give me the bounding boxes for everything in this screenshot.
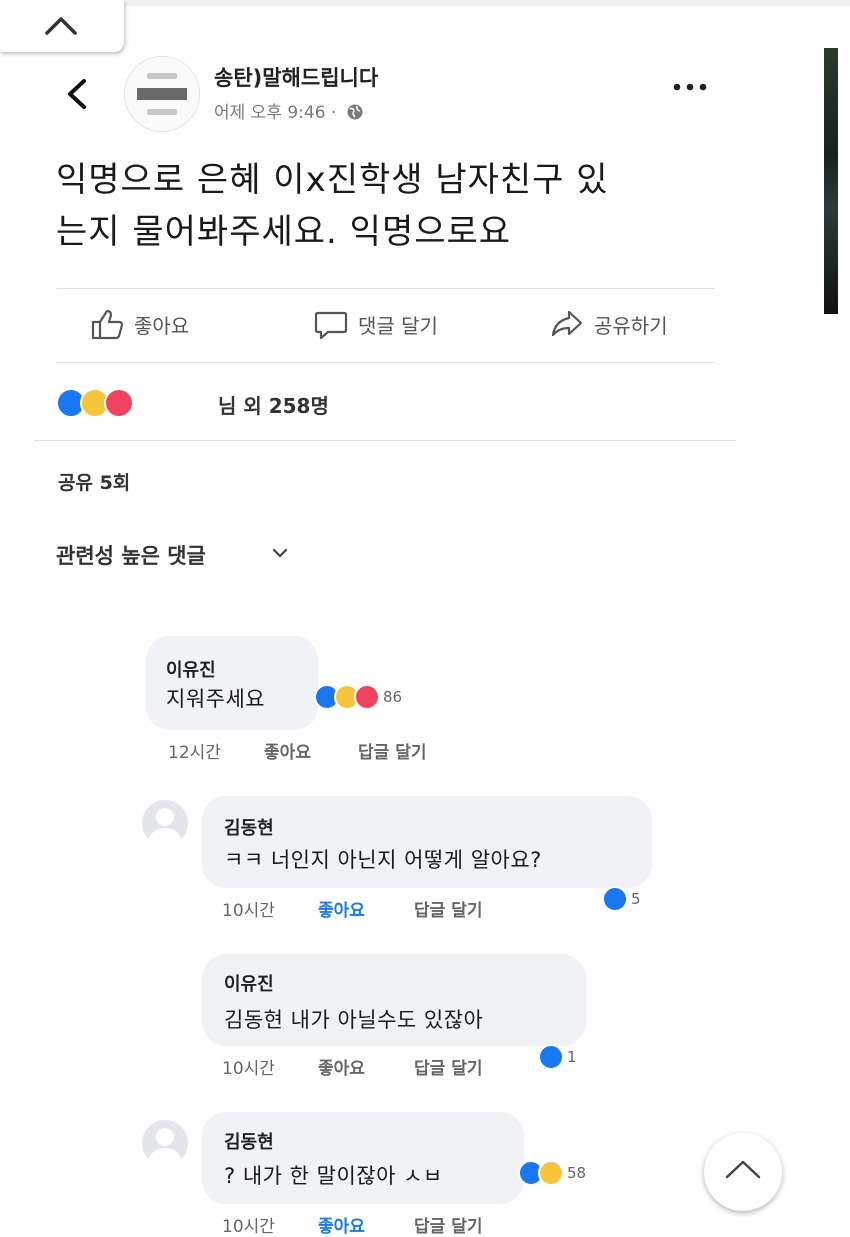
comment-time: 10시간 xyxy=(222,1217,275,1237)
share-icon xyxy=(551,310,583,337)
like-button[interactable]: 좋아요 xyxy=(90,308,189,340)
more-options-icon[interactable] xyxy=(672,82,708,92)
like-label: 좋아요 xyxy=(134,313,190,338)
love-reaction-icon xyxy=(354,684,380,710)
top-bar xyxy=(0,0,850,6)
chevron-up-icon xyxy=(45,17,77,35)
comment-text: 지워주세요 xyxy=(166,687,266,711)
like-reaction-icon xyxy=(602,886,628,912)
comment-reactions[interactable]: 58 xyxy=(518,1160,586,1186)
comment-like-button[interactable]: 좋아요 xyxy=(318,1212,365,1237)
comment-text: ㅋㅋ 너인지 아닌지 어떻게 알아요? xyxy=(224,848,542,872)
side-image-strip xyxy=(824,48,838,314)
post-text-line: 익명으로 은혜 이x진학생 남자친구 있 xyxy=(56,160,609,200)
post-timestamp: 어제 오후 9:46 · xyxy=(214,98,364,123)
thumbs-up-icon xyxy=(91,309,124,340)
scroll-to-top-button[interactable] xyxy=(704,1133,782,1211)
post-body: 익명으로 은혜 이x진학생 남자친구 있 는지 물어봐주세요. 익명으로요 xyxy=(56,154,736,258)
comment-time: 10시간 xyxy=(222,1059,275,1079)
avatar[interactable] xyxy=(142,800,188,846)
page-name[interactable]: 송탄)말해드립니다 xyxy=(214,62,378,92)
comment-time: 12시간 xyxy=(168,743,221,763)
comment-text: ? 내가 한 말이잖아 ㅅㅂ xyxy=(224,1164,443,1188)
comment-like-button[interactable]: 좋아요 xyxy=(318,1054,365,1079)
like-reaction-icon xyxy=(538,1044,564,1070)
comment-author[interactable]: 이유진 xyxy=(224,970,274,996)
reaction-icons[interactable] xyxy=(56,388,134,418)
reaction-count[interactable]: 님 외 258명 xyxy=(218,390,329,419)
share-button[interactable]: 공유하기 xyxy=(550,308,668,340)
love-reaction-icon xyxy=(104,388,134,418)
share-label: 공유하기 xyxy=(594,313,668,338)
share-count[interactable]: 공유 5회 xyxy=(58,468,130,495)
post-text-line: 는지 물어봐주세요. 익명으로요 xyxy=(56,212,512,252)
comment-reply-button[interactable]: 답글 달기 xyxy=(414,1212,482,1237)
divider xyxy=(56,288,714,289)
comment-label: 댓글 달기 xyxy=(358,313,438,338)
comment-author[interactable]: 김동현 xyxy=(224,1128,274,1154)
reaction-count: 58 xyxy=(567,1164,587,1182)
haha-reaction-icon xyxy=(538,1160,564,1186)
comment-like-button[interactable]: 좋아요 xyxy=(264,738,311,763)
globe-icon xyxy=(347,104,363,120)
back-arrow-icon[interactable] xyxy=(64,78,90,110)
comment-reply-button[interactable]: 답글 달기 xyxy=(414,1054,482,1079)
comment-reply-button[interactable]: 답글 달기 xyxy=(414,896,482,921)
comment-reply-button[interactable]: 답글 달기 xyxy=(358,738,426,763)
comment-time: 10시간 xyxy=(222,901,275,921)
reaction-count: 1 xyxy=(567,1048,577,1066)
comment-author[interactable]: 김동현 xyxy=(224,814,274,840)
comment-bubble xyxy=(202,796,652,888)
post-time: 어제 오후 9:46 · xyxy=(214,103,337,123)
comment-author[interactable]: 이유진 xyxy=(166,656,216,682)
comment-icon xyxy=(314,311,348,340)
comment-text: 김동현 내가 아닐수도 있잖아 xyxy=(224,1008,484,1032)
comment-reactions[interactable]: 1 xyxy=(538,1044,577,1070)
comment-reactions[interactable]: 5 xyxy=(602,886,641,912)
chevron-down-icon[interactable] xyxy=(272,547,288,559)
reaction-count: 86 xyxy=(383,688,403,706)
reaction-count: 5 xyxy=(631,890,641,908)
comment-reactions[interactable]: 86 xyxy=(314,684,402,710)
comment-bubble xyxy=(202,1112,524,1204)
divider xyxy=(34,440,736,441)
comment-button[interactable]: 댓글 달기 xyxy=(314,308,438,340)
comment-sort-selector[interactable]: 관련성 높은 댓글 xyxy=(56,540,206,570)
page-avatar[interactable] xyxy=(124,56,200,132)
avatar[interactable] xyxy=(142,1120,188,1166)
comment-like-button[interactable]: 좋아요 xyxy=(318,896,365,921)
chevron-up-icon xyxy=(725,1160,761,1179)
collapse-button[interactable] xyxy=(0,0,124,52)
divider xyxy=(56,362,714,363)
